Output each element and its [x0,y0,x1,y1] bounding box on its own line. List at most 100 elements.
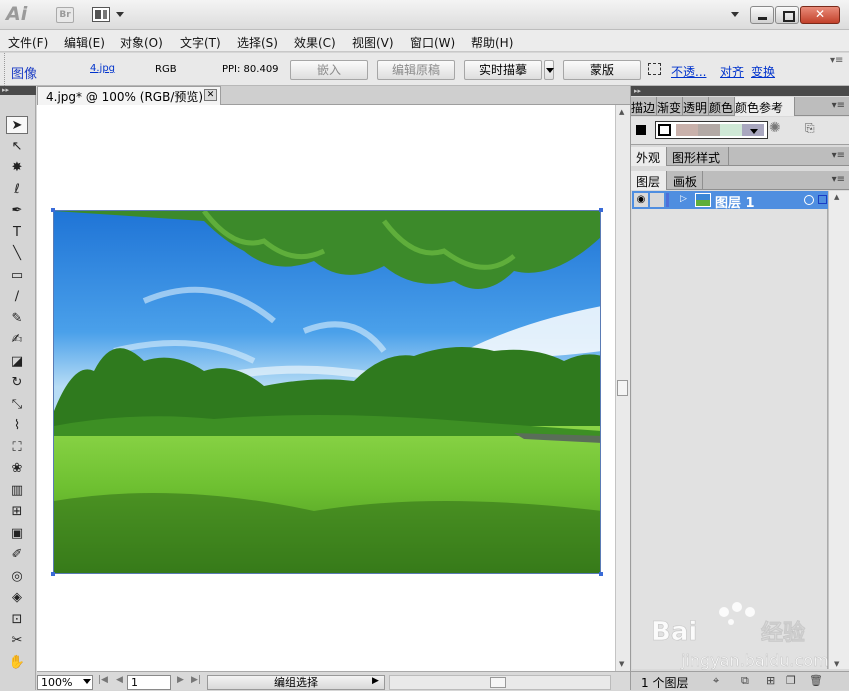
close-button[interactable] [800,6,840,24]
horizontal-scrollbar[interactable] [389,675,611,690]
document-tab[interactable]: 4.jpg* @ 100% (RGB/预览) [37,86,221,105]
maximize-button[interactable] [775,6,799,24]
mask-button[interactable]: 蒙版 [563,60,641,80]
selection-handle[interactable] [599,572,603,576]
selection-handle[interactable] [51,208,55,212]
menu-item[interactable]: 选择(S) [237,34,278,51]
grip-icon[interactable] [0,53,5,86]
menu-item[interactable]: 编辑(E) [64,34,105,51]
close-tab-icon[interactable]: ✕ [204,89,217,101]
tab-color-guide[interactable]: 颜色参考 [735,97,795,116]
tab-layers[interactable]: 图层 [631,171,667,190]
next-artboard-icon[interactable]: ▶ [177,675,184,685]
first-artboard-icon[interactable]: |◀ [98,675,108,685]
crop-icon[interactable] [648,63,661,75]
file-name-link[interactable]: 4.jpg [90,63,115,74]
line-tool-icon[interactable]: ╲ [6,245,28,263]
slice-tool-icon[interactable]: ✂ [6,632,28,650]
live-trace-button[interactable]: 实时描摹 [464,60,542,80]
prev-artboard-icon[interactable]: ◀ [116,675,123,685]
eyedropper-tool-icon[interactable]: ✐ [6,546,28,564]
symbol-sprayer-tool-icon[interactable]: ❀ [6,460,28,478]
menu-item[interactable]: 帮助(H) [471,34,513,51]
tab-stroke[interactable]: 描边 [631,97,657,116]
align-link[interactable]: 对齐 [720,63,744,80]
pen-tool-icon[interactable]: ✒ [6,202,28,220]
edit-colors-icon[interactable]: ✺ [769,120,781,136]
expand-triangle-icon[interactable]: ▷ [680,194,687,204]
lock-toggle[interactable] [650,193,664,207]
pencil-tool-icon[interactable]: ✎ [6,310,28,328]
save-swatch-group-icon[interactable]: ⎘ [805,121,815,136]
lasso-tool-icon[interactable]: ℓ [6,181,28,199]
direct-selection-tool-icon[interactable]: ↖ [6,138,28,156]
column-graph-tool-icon[interactable]: ▥ [6,482,28,500]
selected-swatch[interactable] [658,124,671,136]
live-paint-tool-icon[interactable]: ◈ [6,589,28,607]
selection-indicator[interactable] [818,195,827,204]
arrange-documents-icon[interactable] [92,7,110,22]
placed-image[interactable] [53,210,601,574]
hand-tool-icon[interactable]: ✋ [6,654,28,672]
gradient-tool-icon[interactable]: ▣ [6,525,28,543]
rectangle-tool-icon[interactable]: ▭ [6,267,28,285]
panel-collapse-icon[interactable]: ▸▸ [0,86,36,95]
edit-original-button[interactable]: 编辑原稿 [377,60,455,80]
base-color-swatch[interactable] [636,125,646,135]
tab-transparency[interactable]: 透明 [683,97,709,116]
blob-brush-tool-icon[interactable]: ✍ [6,331,28,349]
layer-row[interactable]: ◉ ▷ 图层 1 [632,191,828,211]
status-menu-icon[interactable]: ▶ [372,676,379,686]
magic-wand-tool-icon[interactable]: ✸ [6,159,28,177]
opacity-link[interactable]: 不透... [671,63,706,80]
selection-handle[interactable] [51,572,55,576]
tab-appearance[interactable]: 外观 [631,147,667,166]
menu-item[interactable]: 对象(O) [120,34,163,51]
menu-item[interactable]: 文件(F) [8,34,48,51]
scale-tool-icon[interactable]: ⤡ [6,396,28,414]
tab-color[interactable]: 颜色 [709,97,735,116]
target-circle-icon[interactable] [804,195,814,205]
tab-gradient[interactable]: 渐变 [657,97,683,116]
panel-menu-icon[interactable]: ▾≡ [832,100,845,111]
free-transform-tool-icon[interactable]: ⛶ [6,439,28,457]
selection-handle[interactable] [599,208,603,212]
panel-collapse-icon[interactable]: ▸▸ [631,86,849,96]
paintbrush-tool-icon[interactable]: ∕ [6,288,28,306]
panel-menu-icon[interactable]: ▾≡ [832,174,845,185]
selection-tool-icon[interactable]: ➤ [6,116,28,134]
tab-artboards[interactable]: 画板 [667,171,703,190]
color-swatch[interactable] [698,124,720,136]
minimize-button[interactable] [750,6,774,24]
menu-item[interactable]: 视图(V) [352,34,394,51]
menu-item[interactable]: 窗口(W) [410,34,455,51]
chevron-down-icon[interactable] [116,12,124,17]
scrollbar-thumb[interactable] [490,677,506,688]
bridge-button[interactable]: Br [56,7,74,23]
menu-item[interactable]: 文字(T) [180,34,221,51]
color-swatch[interactable] [720,124,742,136]
transform-link[interactable]: 变换 [751,63,775,80]
trace-options-button[interactable] [544,60,554,80]
rotate-tool-icon[interactable]: ↻ [6,374,28,392]
visibility-eye-icon[interactable]: ◉ [634,193,648,207]
artboard-tool-icon[interactable]: ⊡ [6,611,28,629]
last-artboard-icon[interactable]: ▶| [191,675,201,685]
mesh-tool-icon[interactable]: ⊞ [6,503,28,521]
panel-menu-icon[interactable]: ▾≡ [832,150,845,161]
scrollbar-thumb[interactable] [617,380,628,396]
scroll-up-icon[interactable]: ▲ [834,193,839,201]
status-display[interactable]: 编组选择 [207,675,385,690]
type-tool-icon[interactable]: T [6,224,28,242]
zoom-dropdown-icon[interactable] [83,679,91,684]
harmony-dropdown-icon[interactable] [750,129,758,134]
menu-item[interactable]: 效果(C) [294,34,336,51]
embed-button[interactable]: 嵌入 [290,60,368,80]
scroll-up-icon[interactable]: ▲ [619,108,624,116]
workspace-switcher-icon[interactable] [731,12,739,17]
tab-graphic-styles[interactable]: 图形样式 [667,147,729,166]
blend-tool-icon[interactable]: ◎ [6,568,28,586]
warp-tool-icon[interactable]: ⌇ [6,417,28,435]
artboard-number[interactable]: 1 [127,675,171,690]
color-swatch[interactable] [676,124,698,136]
